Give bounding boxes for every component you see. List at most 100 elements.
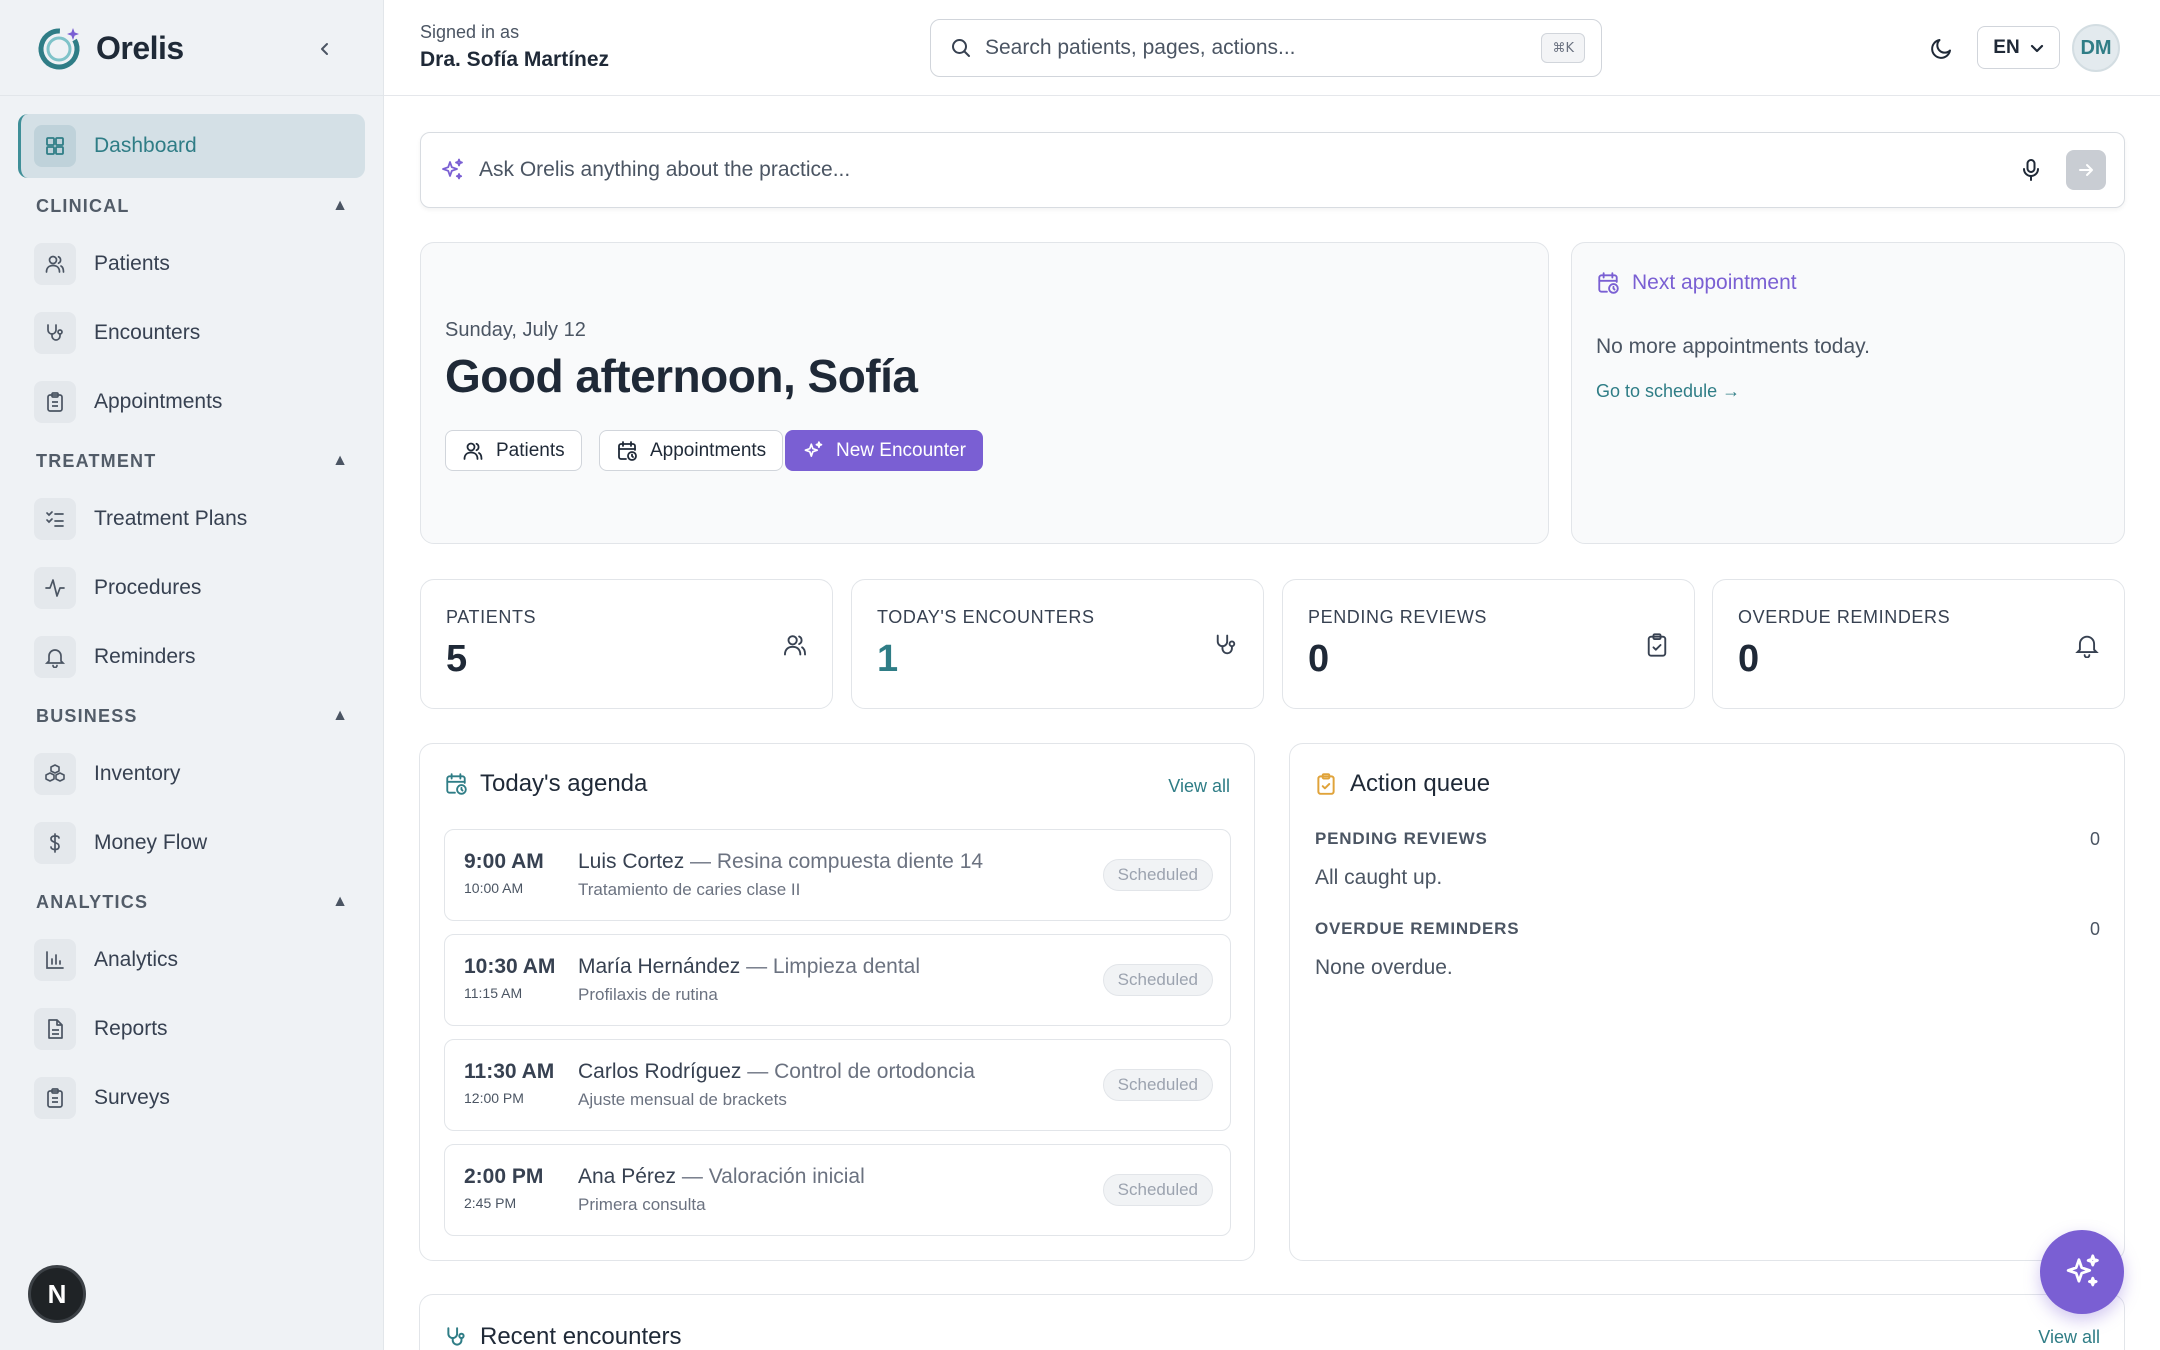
brand[interactable]: Orelis xyxy=(36,24,184,72)
sidebar-item-analytics[interactable]: Analytics xyxy=(18,928,365,992)
button-label: Appointments xyxy=(650,439,767,461)
current-date: Sunday, July 12 xyxy=(445,319,586,341)
ask-orelis-input[interactable]: Ask Orelis anything about the practice..… xyxy=(420,132,2125,208)
procedure-name: — Resina compuesta diente 14 xyxy=(684,850,984,873)
pending-reviews-message: All caught up. xyxy=(1315,866,1443,889)
appointment-note: Tratamiento de caries clase II xyxy=(578,880,801,899)
appointment-start-time: 2:00 PM xyxy=(464,1165,544,1188)
clipboard-icon xyxy=(34,381,76,423)
ai-assistant-button[interactable] xyxy=(2040,1230,2124,1314)
stat-label: TODAY'S ENCOUNTERS xyxy=(877,607,1095,627)
section-analytics[interactable]: ANALYTICS ▲ xyxy=(36,888,348,916)
procedure-name: — Control de ortodoncia xyxy=(741,1060,975,1083)
sparkles-icon xyxy=(2066,1254,2099,1287)
agenda-header: Today's agenda xyxy=(444,770,647,798)
sidebar-item-dashboard[interactable]: Dashboard xyxy=(18,114,365,178)
patients-quick-button[interactable]: Patients xyxy=(445,430,582,471)
sidebar-item-label: Treatment Plans xyxy=(94,507,248,530)
avatar[interactable]: DM xyxy=(2072,24,2120,72)
language-select[interactable]: EN xyxy=(1977,26,2060,69)
action-queue-title: Action queue xyxy=(1350,770,1491,797)
stat-card-pending-reviews[interactable]: PENDING REVIEWS 0 xyxy=(1282,579,1695,709)
agenda-item[interactable]: 10:30 AM 11:15 AM María Hernández — Limp… xyxy=(444,934,1231,1026)
stat-label: PATIENTS xyxy=(446,607,537,627)
agenda-item[interactable]: 11:30 AM 12:00 PM Carlos Rodríguez — Con… xyxy=(444,1039,1231,1131)
patient-name: Ana Pérez xyxy=(578,1165,677,1188)
recent-encounters-title: Recent encounters xyxy=(480,1323,682,1350)
button-label: New Encounter xyxy=(836,439,966,461)
sidebar-item-encounters[interactable]: Encounters xyxy=(18,301,365,365)
sidebar-item-inventory[interactable]: Inventory xyxy=(18,742,365,806)
search-input[interactable]: Search patients, pages, actions... ⌘K xyxy=(930,19,1602,77)
procedure-name: — Limpieza dental xyxy=(740,955,921,978)
recent-view-all-link[interactable]: View all xyxy=(2038,1327,2100,1348)
sidebar-item-patients[interactable]: Patients xyxy=(18,232,365,296)
sidebar-item-reminders[interactable]: Reminders xyxy=(18,625,365,689)
patient-name: Luis Cortez xyxy=(578,850,685,873)
section-treatment[interactable]: TREATMENT ▲ xyxy=(36,447,348,475)
user-menu-button[interactable]: N xyxy=(28,1265,86,1323)
signed-in-user-name: Dra. Sofía Martínez xyxy=(420,48,610,71)
sidebar-item-reports[interactable]: Reports xyxy=(18,997,365,1061)
sidebar-item-label: Inventory xyxy=(94,762,181,785)
boxes-icon xyxy=(34,753,76,795)
calendar-clock-icon xyxy=(618,440,637,461)
greeting-card: Sunday, July 12 Good afternoon, Sofía Pa… xyxy=(420,242,1549,544)
sidebar-item-surveys[interactable]: Surveys xyxy=(18,1066,365,1130)
bar-chart-icon xyxy=(34,939,76,981)
agenda-view-all-link[interactable]: View all xyxy=(1168,776,1230,797)
clipboard-list-icon xyxy=(34,1077,76,1119)
sidebar-item-label: Encounters xyxy=(94,321,201,344)
section-label: TREATMENT xyxy=(36,450,157,471)
sidebar-item-money-flow[interactable]: Money Flow xyxy=(18,811,365,875)
appointment-start-time: 10:30 AM xyxy=(464,955,556,978)
next-appointment-card: Next appointment No more appointments to… xyxy=(1571,242,2125,544)
new-encounter-button[interactable]: New Encounter xyxy=(785,430,983,471)
recent-encounters-panel: Recent encounters View all xyxy=(419,1294,2125,1350)
recent-encounters-header: Recent encounters xyxy=(444,1323,681,1350)
sidebar-item-procedures[interactable]: Procedures xyxy=(18,556,365,620)
stat-card-todays-encounters[interactable]: TODAY'S ENCOUNTERS 1 xyxy=(851,579,1264,709)
section-label: ANALYTICS xyxy=(36,891,149,912)
users-icon xyxy=(463,442,483,460)
appointment-note: Profilaxis de rutina xyxy=(578,985,718,1004)
users-icon xyxy=(784,635,806,656)
users-icon xyxy=(34,243,76,285)
procedure-name: — Valoración inicial xyxy=(676,1165,865,1188)
action-queue-header: Action queue xyxy=(1314,770,1490,798)
section-business[interactable]: BUSINESS ▲ xyxy=(36,702,348,730)
caret-up-icon: ▲ xyxy=(332,452,348,469)
sidebar-item-label: Appointments xyxy=(94,390,223,413)
stethoscope-icon xyxy=(34,312,76,354)
stat-card-patients[interactable]: PATIENTS 5 xyxy=(420,579,833,709)
agenda-item[interactable]: 9:00 AM 10:00 AM Luis Cortez — Resina co… xyxy=(444,829,1231,921)
sidebar-item-label: Surveys xyxy=(94,1086,170,1109)
section-label: BUSINESS xyxy=(36,705,138,726)
orelis-logo-icon xyxy=(38,28,80,70)
stat-card-overdue-reminders[interactable]: OVERDUE REMINDERS 0 xyxy=(1712,579,2125,709)
greeting-title: Good afternoon, Sofía xyxy=(445,350,918,402)
sidebar-item-appointments[interactable]: Appointments xyxy=(18,370,365,434)
arrow-right-icon xyxy=(2079,164,2093,176)
appointments-quick-button[interactable]: Appointments xyxy=(599,430,784,471)
stat-value: 5 xyxy=(446,638,468,680)
section-clinical[interactable]: CLINICAL ▲ xyxy=(36,192,348,220)
sidebar-item-treatment-plans[interactable]: Treatment Plans xyxy=(18,487,365,551)
collapse-sidebar-button[interactable] xyxy=(310,34,340,64)
appointment-title: Luis Cortez — Resina compuesta diente 14 xyxy=(578,850,983,874)
moon-icon[interactable] xyxy=(1928,34,1956,62)
status-badge: Scheduled xyxy=(1102,1174,1213,1206)
agenda-item[interactable]: 2:00 PM 2:45 PM Ana Pérez — Valoración i… xyxy=(444,1144,1231,1236)
ask-placeholder: Ask Orelis anything about the practice..… xyxy=(479,158,851,181)
action-queue-panel: Action queue PENDING REVIEWS 0 All caugh… xyxy=(1289,743,2125,1261)
chevron-left-icon xyxy=(321,43,328,55)
search-placeholder: Search patients, pages, actions... xyxy=(985,36,1296,59)
list-checks-icon xyxy=(34,498,76,540)
stethoscope-icon xyxy=(447,1327,465,1346)
go-to-schedule-link[interactable]: Go to schedule → xyxy=(1596,381,1740,402)
microphone-icon[interactable] xyxy=(2020,158,2042,182)
stat-label: OVERDUE REMINDERS xyxy=(1738,607,1951,627)
agenda-title: Today's agenda xyxy=(480,770,648,797)
appointment-end-time: 12:00 PM xyxy=(464,1090,524,1106)
send-button[interactable] xyxy=(2066,150,2106,190)
